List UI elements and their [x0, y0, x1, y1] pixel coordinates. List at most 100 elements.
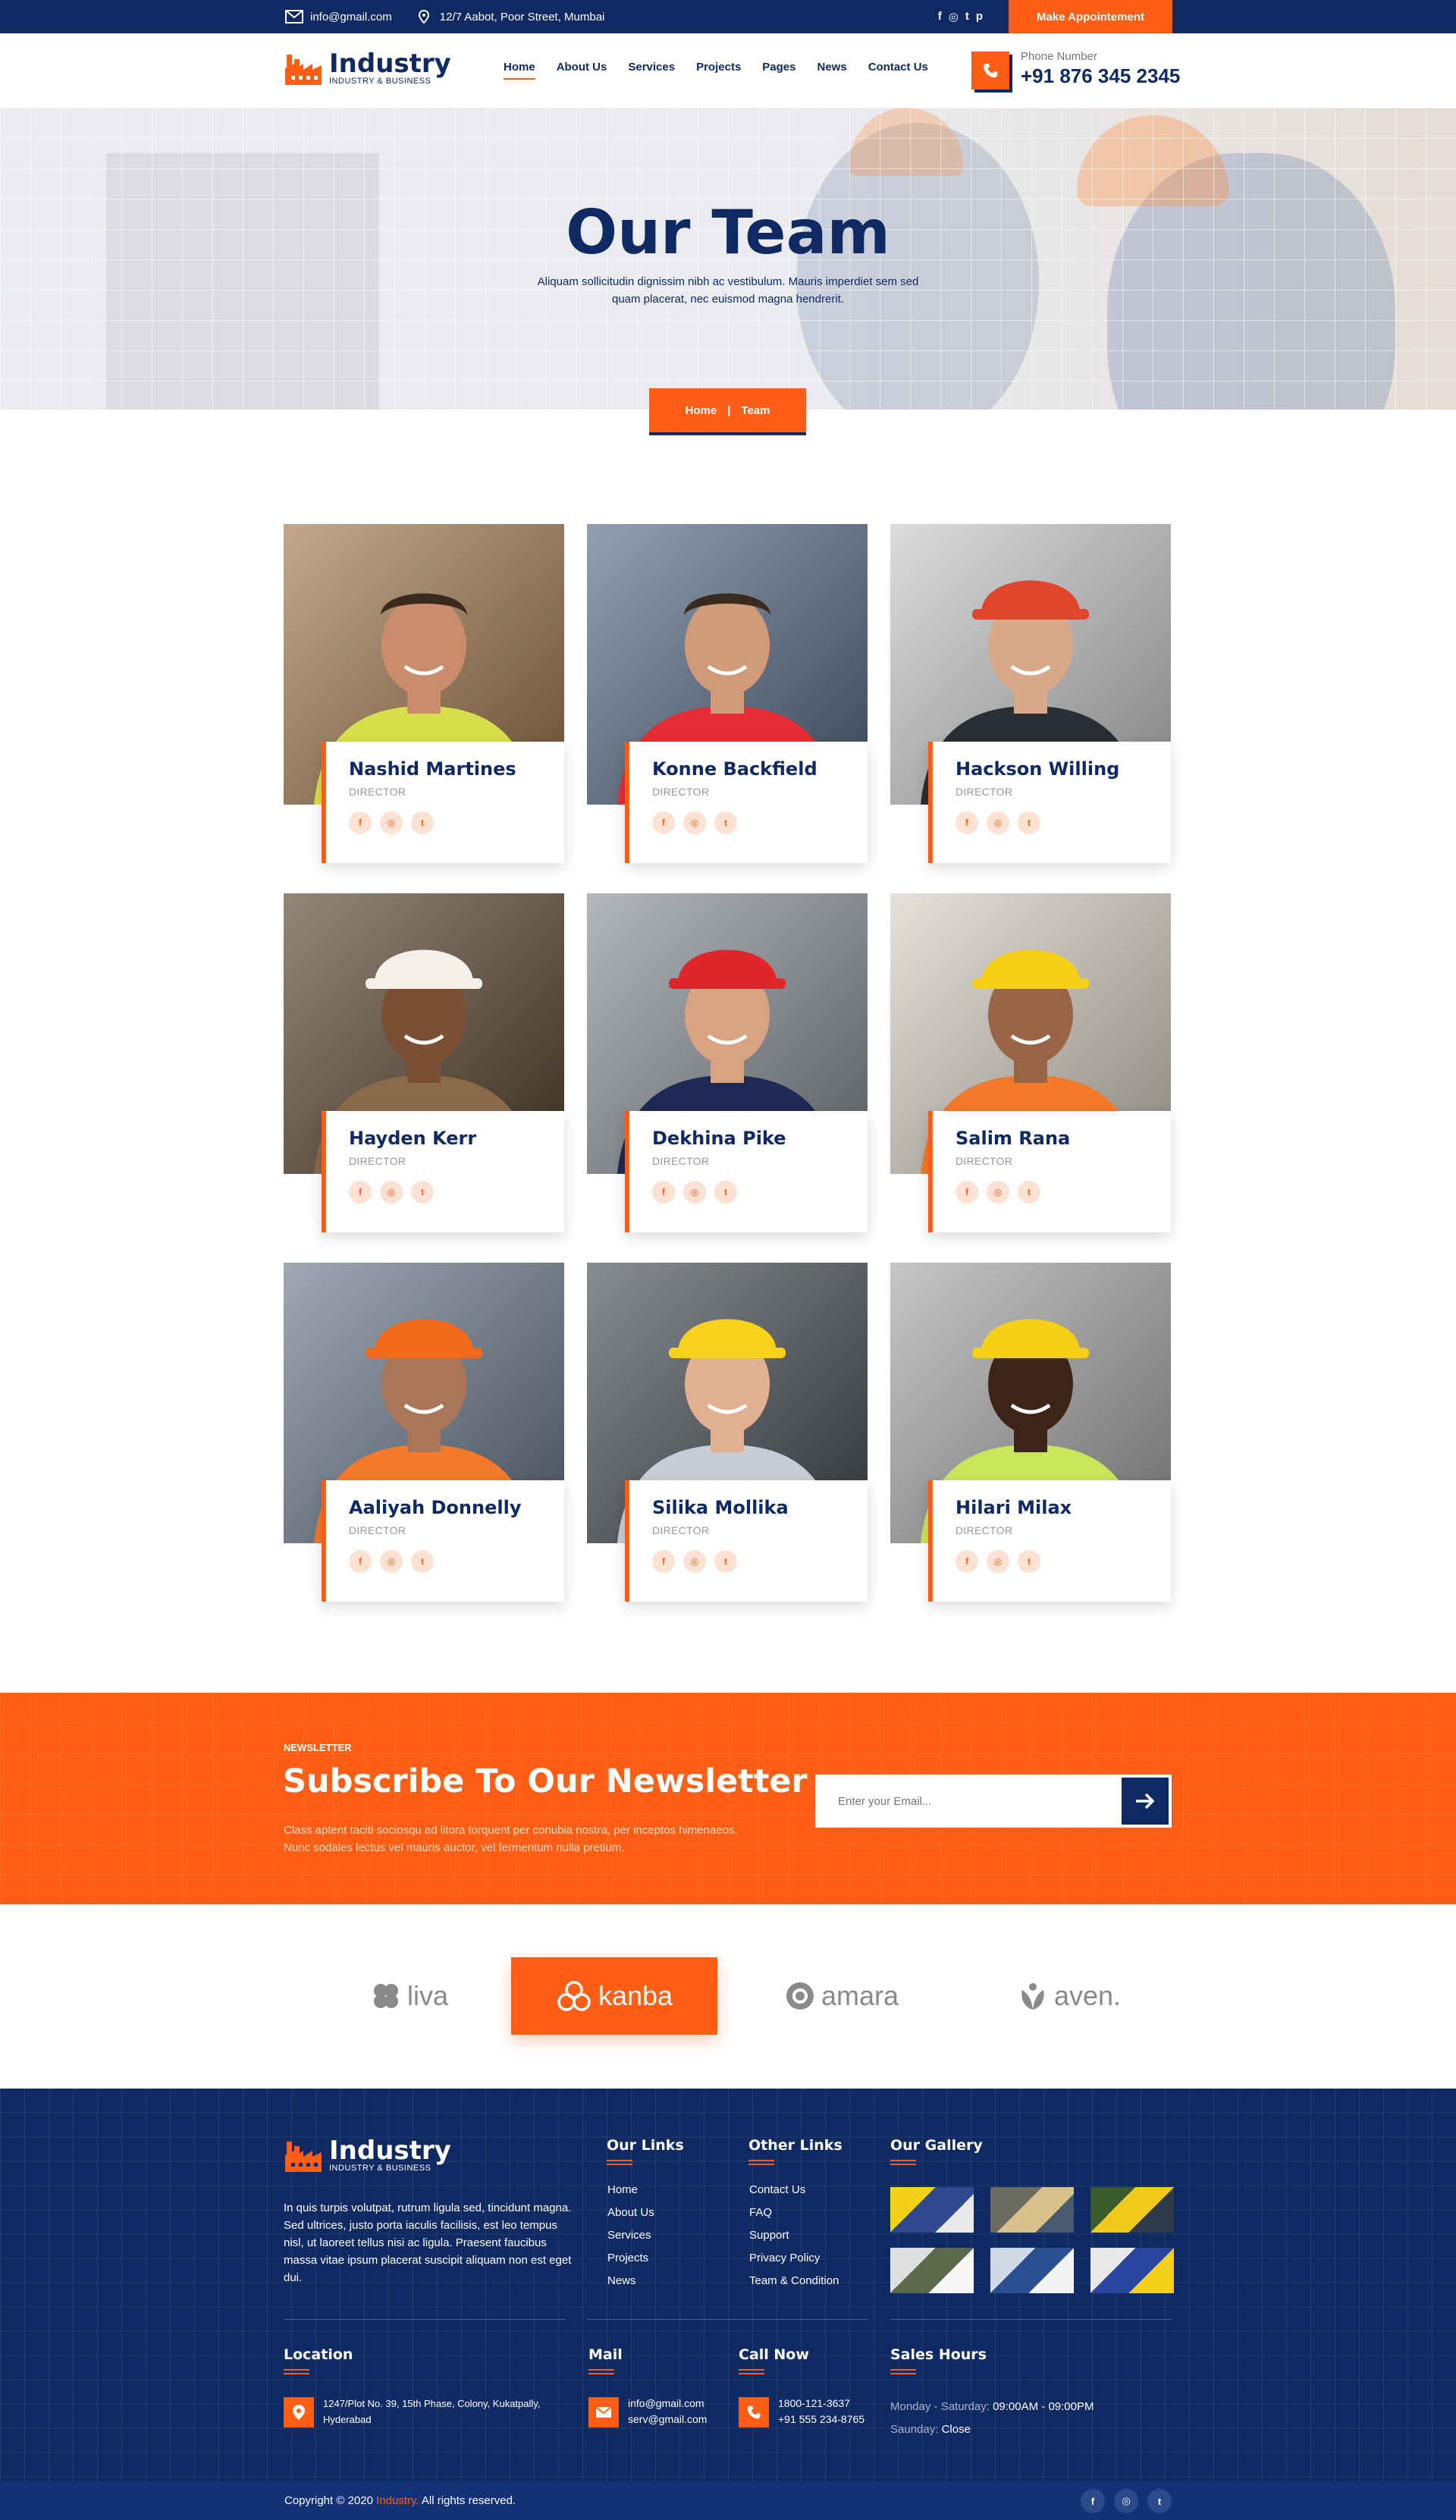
team-member-card[interactable]: Hayden Kerr DIRECTOR f ◎ t	[284, 893, 564, 1232]
twitter-icon[interactable]: t	[714, 1550, 737, 1573]
footer-logo[interactable]: Industry INDUSTRY & BUSINESS	[284, 2137, 451, 2173]
newsletter-email-input[interactable]	[818, 1778, 1122, 1825]
team-member-info: Aaliyah Donnelly DIRECTOR f ◎ t	[322, 1480, 564, 1602]
team-member-card[interactable]: Salim Rana DIRECTOR f ◎ t	[890, 893, 1171, 1232]
hours-weekday-value: 09:00AM - 09:00PM	[993, 2400, 1094, 2413]
team-member-name[interactable]: Nashid Martines	[349, 758, 564, 780]
instagram-icon[interactable]: ◎	[987, 1181, 1009, 1204]
twitter-icon[interactable]: t	[965, 10, 969, 24]
instagram-icon[interactable]: ◎	[683, 1181, 706, 1204]
phone-number[interactable]: +91 876 345 2345	[1021, 64, 1180, 88]
topbar-email[interactable]: info@gmail.com	[285, 10, 392, 24]
team-member-card[interactable]: Hilari Milax DIRECTOR f ◎ t	[890, 1263, 1171, 1602]
footer-link-news[interactable]: News	[607, 2270, 654, 2292]
footer-phone-2[interactable]: +91 555 234-8765	[778, 2412, 864, 2427]
twitter-icon[interactable]: t	[1018, 1550, 1040, 1573]
footer-link-terms[interactable]: Team & Condition	[749, 2270, 839, 2292]
instagram-icon[interactable]: ◎	[380, 1550, 403, 1573]
make-appointment-button[interactable]: Make Appointement	[1009, 0, 1172, 33]
instagram-icon[interactable]: ◎	[683, 811, 706, 834]
nav-projects[interactable]: Projects	[696, 61, 741, 74]
team-member-name[interactable]: Aaliyah Donnelly	[349, 1497, 564, 1518]
topbar-social: f ◎ t p	[938, 10, 983, 24]
twitter-icon[interactable]: t	[1018, 1181, 1040, 1204]
nav-about-us[interactable]: About Us	[557, 61, 607, 74]
footer-link-privacy-policy[interactable]: Privacy Policy	[749, 2247, 839, 2270]
pinterest-icon[interactable]: p	[976, 10, 983, 24]
logo-name: Industry	[329, 48, 451, 79]
instagram-icon[interactable]: ◎	[380, 1181, 403, 1204]
instagram-icon[interactable]: ◎	[987, 811, 1009, 834]
page-hero: Our Team Aliquam sollicitudin dignissim …	[0, 108, 1456, 410]
gallery-image[interactable]	[1090, 2187, 1174, 2233]
gallery-image[interactable]	[890, 2187, 974, 2233]
twitter-icon[interactable]: t	[1018, 811, 1040, 834]
newsletter-submit-button[interactable]	[1122, 1778, 1169, 1825]
footer-link-support[interactable]: Support	[749, 2224, 839, 2247]
facebook-icon[interactable]: f	[652, 1181, 675, 1204]
nav-pages[interactable]: Pages	[762, 61, 795, 74]
team-member-card[interactable]: Aaliyah Donnelly DIRECTOR f ◎ t	[284, 1263, 564, 1602]
twitter-icon[interactable]: t	[714, 1181, 737, 1204]
team-member-name[interactable]: Silika Mollika	[652, 1497, 868, 1518]
footer-link-about-us[interactable]: About Us	[607, 2201, 654, 2224]
gallery-image[interactable]	[990, 2187, 1074, 2233]
facebook-icon[interactable]: f	[956, 1550, 978, 1573]
gallery-image[interactable]	[1090, 2248, 1174, 2293]
facebook-icon[interactable]: f	[956, 811, 978, 834]
footer-link-faq[interactable]: FAQ	[749, 2201, 839, 2224]
team-member-name[interactable]: Hayden Kerr	[349, 1128, 564, 1149]
twitter-icon[interactable]: t	[411, 1550, 434, 1573]
team-member-name[interactable]: Hackson Willing	[956, 758, 1171, 780]
instagram-icon[interactable]: ◎	[987, 1550, 1009, 1573]
team-member-name[interactable]: Salim Rana	[956, 1128, 1171, 1149]
breadcrumb-home[interactable]: Home	[686, 404, 717, 417]
instagram-icon[interactable]: ◎	[380, 811, 403, 834]
instagram-icon[interactable]: ◎	[1114, 2489, 1138, 2513]
nav-home[interactable]: Home	[504, 61, 535, 80]
brand-logo-liva[interactable]: liva	[334, 1957, 485, 2035]
site-logo[interactable]: Industry INDUSTRY & BUSINESS	[284, 50, 451, 86]
facebook-icon[interactable]: f	[349, 811, 372, 834]
copyright-suffix: All rights reserved.	[421, 2494, 516, 2507]
brand-logo-aven[interactable]: aven.	[1009, 1957, 1130, 2035]
facebook-icon[interactable]: f	[938, 10, 942, 24]
team-member-card[interactable]: Hackson Willing DIRECTOR f ◎ t	[890, 524, 1171, 863]
footer-mail-2[interactable]: serv@gmail.com	[628, 2412, 707, 2427]
team-member-card[interactable]: Nashid Martines DIRECTOR f ◎ t	[284, 524, 564, 863]
gallery-image[interactable]	[990, 2248, 1074, 2293]
footer-link-projects[interactable]: Projects	[607, 2247, 654, 2270]
twitter-icon[interactable]: t	[714, 811, 737, 834]
footer-link-services[interactable]: Services	[607, 2224, 654, 2247]
footer-phone-1[interactable]: 1800-121-3637	[778, 2396, 864, 2412]
copyright-brand-link[interactable]: Industry.	[376, 2494, 419, 2507]
team-member-card[interactable]: Silika Mollika DIRECTOR f ◎ t	[587, 1263, 868, 1602]
instagram-icon[interactable]: ◎	[683, 1550, 706, 1573]
footer-link-contact-us[interactable]: Contact Us	[749, 2179, 839, 2201]
brand-logo-kanba[interactable]: kanba	[511, 1957, 717, 2035]
twitter-icon[interactable]: t	[411, 1181, 434, 1204]
team-member-name[interactable]: Hilari Milax	[956, 1497, 1171, 1518]
gallery-image[interactable]	[890, 2248, 974, 2293]
twitter-icon[interactable]: t	[1147, 2489, 1172, 2513]
twitter-icon[interactable]: t	[411, 811, 434, 834]
instagram-icon[interactable]: ◎	[949, 10, 959, 24]
brand-logo-amara[interactable]: amara	[766, 1957, 918, 2035]
team-member-name[interactable]: Dekhina Pike	[652, 1128, 868, 1149]
team-member-card[interactable]: Konne Backfield DIRECTOR f ◎ t	[587, 524, 868, 863]
team-member-card[interactable]: Dekhina Pike DIRECTOR f ◎ t	[587, 893, 868, 1232]
nav-services[interactable]: Services	[628, 61, 675, 74]
phone-icon[interactable]	[971, 52, 1009, 89]
facebook-icon[interactable]: f	[1081, 2489, 1105, 2513]
nav-contact-us[interactable]: Contact Us	[868, 61, 928, 74]
nav-news[interactable]: News	[817, 61, 847, 74]
facebook-icon[interactable]: f	[652, 811, 675, 834]
footer-mail-1[interactable]: info@gmail.com	[628, 2396, 707, 2412]
facebook-icon[interactable]: f	[956, 1181, 978, 1204]
facebook-icon[interactable]: f	[349, 1181, 372, 1204]
team-member-info: Hackson Willing DIRECTOR f ◎ t	[928, 742, 1171, 863]
team-member-name[interactable]: Konne Backfield	[652, 758, 868, 780]
facebook-icon[interactable]: f	[349, 1550, 372, 1573]
footer-link-home[interactable]: Home	[607, 2179, 654, 2201]
facebook-icon[interactable]: f	[652, 1550, 675, 1573]
